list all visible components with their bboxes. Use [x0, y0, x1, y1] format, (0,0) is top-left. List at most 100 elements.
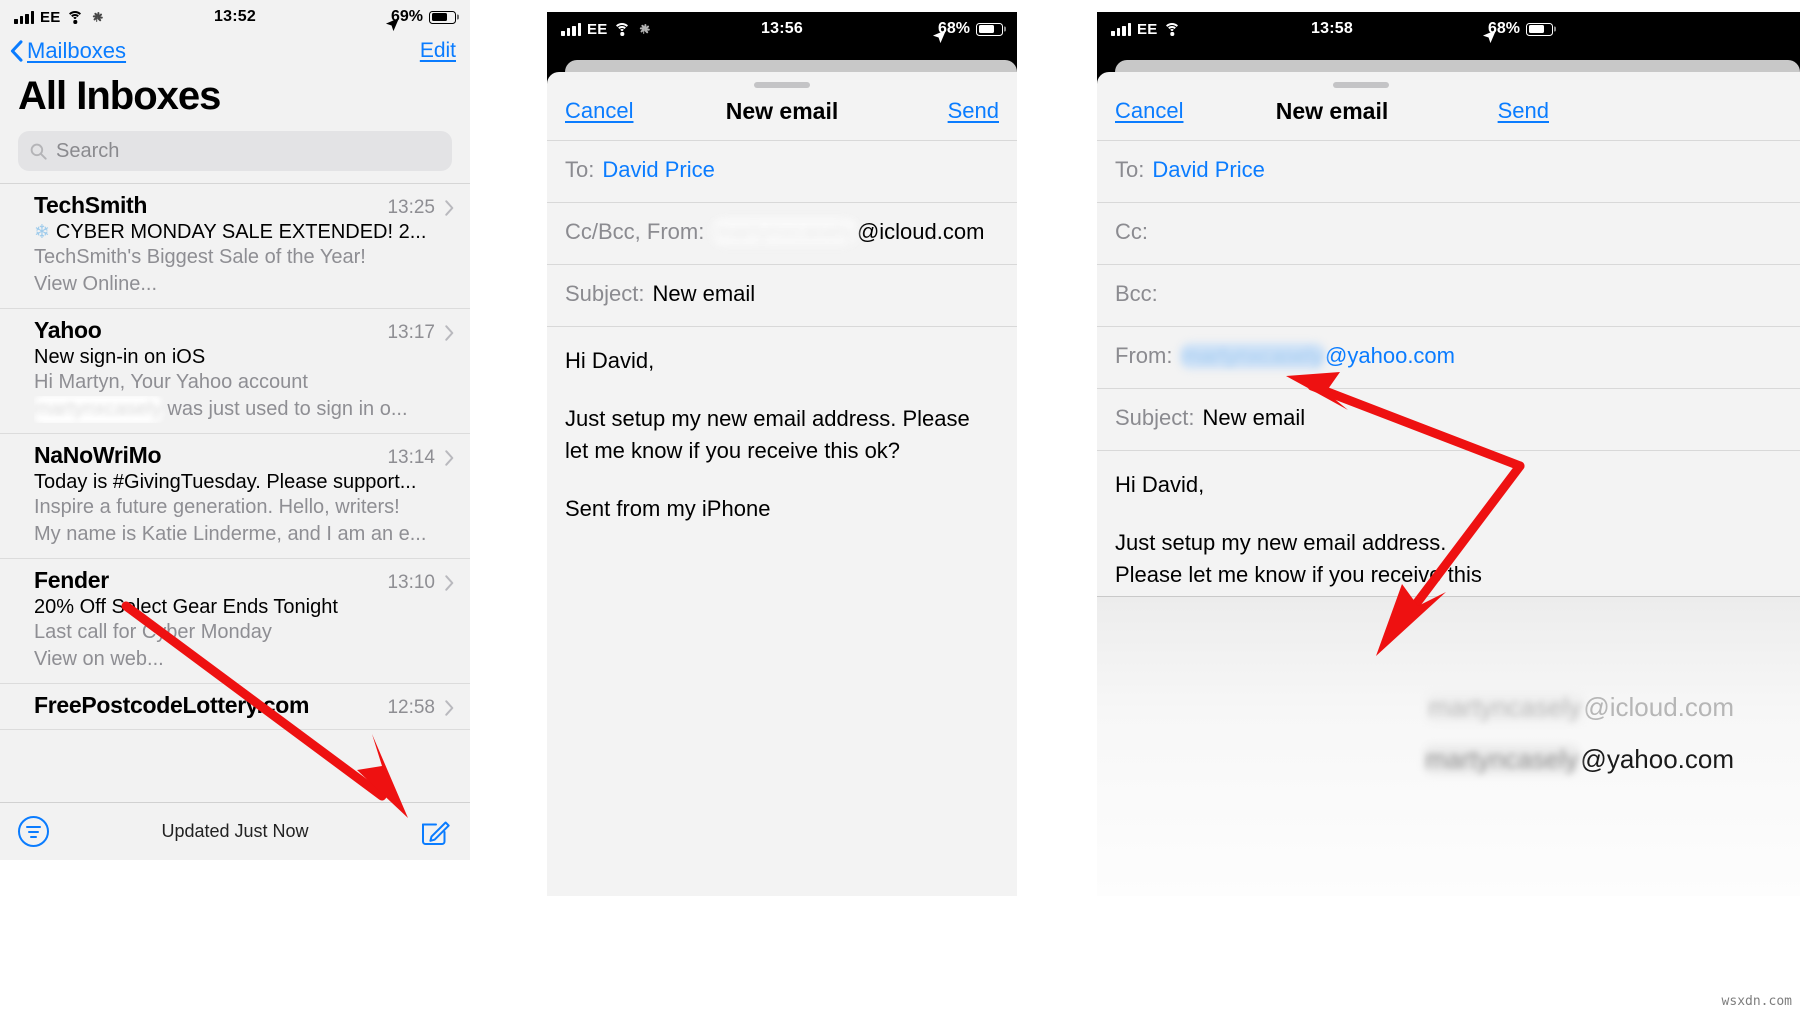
body-greeting: Hi David,	[565, 348, 655, 373]
message-subject: New sign-in on iOS	[34, 346, 206, 368]
row-meta: 13:25	[387, 197, 454, 219]
picker-option-domain: @icloud.com	[1583, 692, 1734, 722]
chevron-right-icon	[445, 450, 454, 466]
filter-button[interactable]	[18, 816, 49, 847]
battery-percent: 69%	[390, 8, 423, 25]
back-to-mailboxes-button[interactable]: Mailboxes	[10, 38, 126, 64]
redacted-email-blur: martynxcasely	[34, 396, 162, 424]
to-recipient-token[interactable]: David Price	[1152, 157, 1264, 183]
cancel-button[interactable]: Cancel	[1115, 98, 1183, 124]
body-greeting: Hi David,	[1115, 472, 1205, 497]
message-snippet-line1: TechSmith's Biggest Sale of the Year!	[34, 246, 366, 268]
chevron-right-icon	[445, 700, 454, 716]
status-right-group: 68%	[932, 20, 1003, 44]
picker-top-divider	[1097, 596, 1800, 597]
message-body[interactable]: Hi David, Just setup my new email addres…	[1097, 450, 1800, 591]
message-snippet-line1: Inspire a future generation. Hello, writ…	[34, 496, 400, 519]
row-header: Fender 13:10	[34, 567, 454, 594]
redacted-email-blur: martyncasely	[1426, 692, 1584, 723]
inbox-toolbar: Updated Just Now	[0, 802, 470, 860]
message-time: 13:25	[387, 197, 435, 218]
compose-sheet: Cancel New email Send To: David Price Cc…	[1097, 72, 1800, 896]
bcc-label: Bcc:	[1115, 281, 1158, 306]
table-row[interactable]: Yahoo 13:17 New sign-in on iOS Hi Martyn…	[0, 309, 470, 435]
picker-option-icloud[interactable]: martyncasely@icloud.com	[1426, 692, 1734, 723]
search-placeholder: Search	[56, 139, 120, 162]
battery-icon	[976, 22, 1003, 36]
subject-field[interactable]: Subject: New email	[547, 264, 1017, 326]
send-button[interactable]: Send	[948, 98, 999, 124]
message-sender: Yahoo	[34, 317, 102, 343]
to-field[interactable]: To: David Price	[1097, 140, 1800, 202]
status-right-group: 68%	[1482, 20, 1553, 44]
subject-value: New email	[1202, 405, 1306, 430]
panel3-clip: EE 13:58 68% Cancel New email Send To: D…	[1097, 12, 1800, 896]
message-snippet-line2: View on web...	[34, 648, 164, 671]
message-snippet-line2: martynxcasely was just used to sign in o…	[34, 396, 454, 424]
message-snippet-line1: Last call for Cyber Monday	[34, 621, 272, 644]
chevron-right-icon	[445, 325, 454, 341]
message-subject-text: CYBER MONDAY SALE EXTENDED! 2...	[55, 221, 427, 243]
to-label: To:	[1115, 157, 1145, 182]
activity-spinner-icon	[90, 10, 104, 24]
body-paragraph-line1: Just setup my new email address.	[1115, 529, 1447, 555]
search-icon	[30, 143, 47, 160]
to-field[interactable]: To: David Price	[547, 140, 1017, 202]
battery-percent: 68%	[1487, 20, 1520, 37]
bcc-field[interactable]: Bcc:	[1097, 264, 1800, 326]
table-row[interactable]: Fender 13:10 20% Off Select Gear Ends To…	[0, 559, 470, 685]
from-label: From:	[1115, 343, 1173, 368]
search-input[interactable]: Search	[18, 131, 452, 171]
chevron-right-icon	[445, 200, 454, 216]
cancel-button[interactable]: Cancel	[565, 98, 633, 124]
row-header: NaNoWriMo 13:14	[34, 442, 454, 469]
picker-option-yahoo[interactable]: martyncasely@yahoo.com	[1423, 744, 1734, 775]
from-domain: @yahoo.com	[1325, 343, 1455, 368]
screenshot-canvas: EE 13:52 69% Mailboxes Edit All Inboxes …	[0, 0, 1800, 1013]
snippet-tail: was just used to sign in o...	[167, 398, 408, 420]
message-snippet-line1: Hi Martyn, Your Yahoo account	[34, 371, 308, 393]
row-meta: 12:58	[387, 697, 454, 719]
body-signature: Sent from my iPhone	[565, 495, 771, 521]
compose-button[interactable]	[418, 815, 452, 849]
from-account-picker[interactable]: martyncasely@icloud.com martyncasely@yah…	[1097, 596, 1800, 896]
to-recipient-token[interactable]: David Price	[602, 157, 714, 183]
subject-label: Subject:	[565, 281, 645, 306]
table-row[interactable]: TechSmith 13:25 ❄ CYBER MONDAY SALE EXTEN…	[0, 184, 470, 309]
redacted-email-blur: martynxcasely	[712, 219, 857, 245]
edit-button[interactable]: Edit	[420, 39, 456, 63]
row-header: Yahoo 13:17	[34, 317, 454, 344]
send-button[interactable]: Send	[1498, 98, 1549, 124]
phone-panel-compose-collapsed: EE 13:56 68% Cancel New email Send To: D…	[547, 12, 1017, 896]
cc-field[interactable]: Cc:	[1097, 202, 1800, 264]
body-paragraph-line2: Please let me know if you receive this	[1115, 561, 1482, 587]
status-left-group: EE	[561, 21, 651, 38]
message-subject: Today is #GivingTuesday. Please support.…	[34, 471, 417, 494]
row-meta: 13:17	[387, 322, 454, 344]
message-subject: 20% Off Select Gear Ends Tonight	[34, 596, 338, 619]
mail-list: TechSmith 13:25 ❄ CYBER MONDAY SALE EXTEN…	[0, 183, 470, 731]
message-body[interactable]: Hi David, Just setup my new email addres…	[547, 326, 1017, 525]
message-sender: NaNoWriMo	[34, 442, 162, 469]
table-row[interactable]: NaNoWriMo 13:14 Today is #GivingTuesday.…	[0, 434, 470, 560]
cellular-signal-icon	[14, 10, 34, 24]
from-field[interactable]: From: martynxcasely@yahoo.com	[1097, 326, 1800, 388]
cc-label: Cc:	[1115, 219, 1148, 244]
ccbcc-from-label: Cc/Bcc, From:	[565, 219, 705, 244]
from-address-value[interactable]: martynxcasely@yahoo.com	[1180, 343, 1455, 369]
ccbcc-from-field[interactable]: Cc/Bcc, From: martynxcasely@icloud.com	[547, 202, 1017, 264]
carrier-label: EE	[1137, 20, 1158, 38]
message-time: 13:14	[387, 447, 435, 469]
chevron-left-icon	[10, 40, 23, 62]
subject-field[interactable]: Subject: New email	[1097, 388, 1800, 450]
chevron-right-icon	[445, 575, 454, 591]
row-meta: 13:10	[387, 572, 454, 594]
table-row[interactable]: FreePostcodeLottery.com 12:58	[0, 684, 470, 731]
wifi-icon	[1163, 22, 1181, 36]
phone-panel-compose-expanded: EE 13:58 68% Cancel New email Send To: D…	[1097, 12, 1800, 896]
redacted-email-blur: martyncasely	[1423, 744, 1581, 775]
update-status-text: Updated Just Now	[161, 821, 309, 841]
inbox-navbar: Mailboxes Edit	[0, 34, 470, 66]
wifi-icon	[66, 10, 84, 24]
phone-panel-inbox: EE 13:52 69% Mailboxes Edit All Inboxes …	[0, 0, 470, 860]
